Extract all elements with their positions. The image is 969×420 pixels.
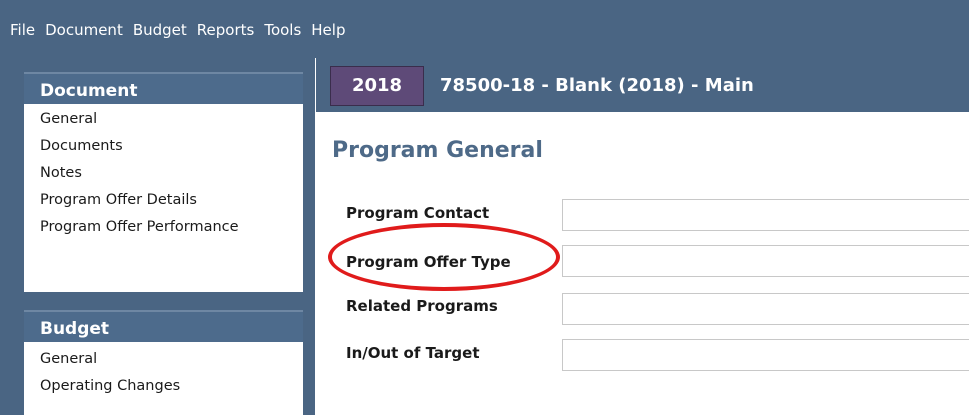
year-badge: 2018 [330,66,424,106]
budget-panel: Budget General Operating Changes [24,310,303,420]
sidebar-item-documents[interactable]: Documents [24,133,303,160]
program-contact-field[interactable] [562,199,969,231]
sidebar-item-program-offer-performance[interactable]: Program Offer Performance [24,214,303,241]
menu-items: File Document Budget Reports Tools Help [10,20,355,40]
program-offer-type-field[interactable] [562,245,969,277]
sidebar-item-operating-changes[interactable]: Operating Changes [24,373,303,400]
budget-panel-header[interactable]: Budget [24,310,303,342]
document-nav-list: General Documents Notes Program Offer De… [24,104,303,241]
in-out-of-target-label: In/Out of Target [346,344,480,362]
in-out-of-target-field[interactable] [562,339,969,371]
document-panel: Document General Documents Notes Program… [24,72,303,292]
related-programs-label: Related Programs [346,297,498,315]
menu-bar: File Document Budget Reports Tools Help [0,0,969,58]
program-offer-type-label: Program Offer Type [346,253,511,271]
menu-document[interactable]: Document [45,20,123,40]
related-programs-field[interactable] [562,293,969,325]
program-contact-label: Program Contact [346,204,490,222]
budget-nav-list: General Operating Changes [24,342,303,400]
menu-budget[interactable]: Budget [133,20,187,40]
menu-reports[interactable]: Reports [197,20,255,40]
page-title: Program General [332,138,543,163]
sidebar-item-program-offer-details[interactable]: Program Offer Details [24,187,303,214]
sidebar-item-general[interactable]: General [24,106,303,133]
document-title: 78500-18 - Blank (2018) - Main [440,75,754,96]
sidebar-item-budget-general[interactable]: General [24,346,303,373]
menu-tools[interactable]: Tools [264,20,301,40]
menu-help[interactable]: Help [311,20,345,40]
menu-file[interactable]: File [10,20,35,40]
sidebar-item-notes[interactable]: Notes [24,160,303,187]
document-panel-header[interactable]: Document [24,72,303,104]
sidebar: Document General Documents Notes Program… [0,58,315,420]
main-content: Program General Program Contact Program … [316,112,969,415]
document-title-bar: 2018 78500-18 - Blank (2018) - Main [316,58,969,112]
